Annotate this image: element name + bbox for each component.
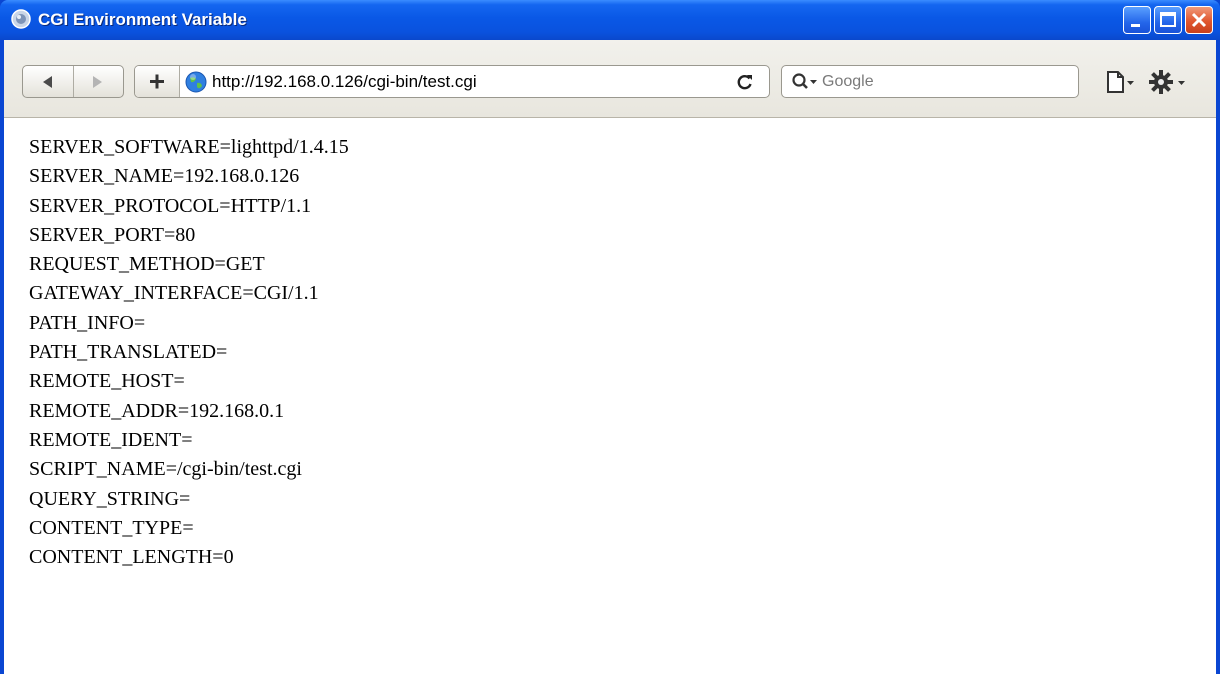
list-item: QUERY_STRING= [29,487,191,510]
window-title: CGI Environment Variable [38,10,247,29]
list-item: REQUEST_METHOD=GET [29,253,265,276]
maximize-icon [1160,12,1176,27]
page-content: SERVER_SOFTWARE=lighttpd/1.4.15 SERVER_N… [4,118,1216,674]
close-icon [1191,12,1207,28]
env-variable-list: SERVER_SOFTWARE=lighttpd/1.4.15 SERVER_N… [29,133,349,572]
address-bar[interactable]: http://192.168.0.126/cgi-bin/test.cgi [134,65,770,98]
search-icon[interactable] [790,71,820,93]
title-bar[interactable]: CGI Environment Variable [0,0,1220,40]
add-bookmark-button[interactable] [135,66,180,97]
list-item: SERVER_NAME=192.168.0.126 [29,165,300,188]
list-item: PATH_INFO= [29,311,146,334]
globe-icon [185,71,207,93]
search-input[interactable] [822,69,1072,94]
list-item: REMOTE_ADDR=192.168.0.1 [29,399,285,422]
search-box[interactable] [781,65,1079,98]
forward-button[interactable] [74,66,124,97]
list-item: SERVER_PROTOCOL=HTTP/1.1 [29,194,312,217]
list-item: CONTENT_TYPE= [29,516,194,539]
list-item: SERVER_SOFTWARE=lighttpd/1.4.15 [29,136,349,158]
gear-icon [1149,70,1185,94]
maximize-button[interactable] [1154,6,1182,34]
back-button[interactable] [23,66,73,97]
close-button[interactable] [1185,6,1213,34]
url-text[interactable]: http://192.168.0.126/cgi-bin/test.cgi [212,72,477,92]
minimize-icon [1131,24,1140,27]
back-forward-group [22,65,124,98]
list-item: GATEWAY_INTERFACE=CGI/1.1 [29,282,319,305]
back-arrow-icon [43,76,52,88]
browser-globe-icon [11,9,31,29]
tools-menu-button[interactable] [1146,67,1190,97]
list-item: SCRIPT_NAME=/cgi-bin/test.cgi [29,458,302,481]
forward-arrow-icon [93,76,102,88]
page-menu-icon [1107,71,1134,93]
plus-icon [150,74,164,89]
minimize-button[interactable] [1123,6,1151,34]
list-item: SERVER_PORT=80 [29,223,196,246]
list-item: REMOTE_HOST= [29,370,185,393]
browser-window: CGI Environment Variable http://192.168.… [0,0,1220,674]
page-menu-button[interactable] [1104,67,1138,97]
list-item: REMOTE_IDENT= [29,428,193,451]
list-item: CONTENT_LENGTH=0 [29,546,234,569]
navigation-toolbar: http://192.168.0.126/cgi-bin/test.cgi [4,40,1216,118]
reload-icon[interactable] [735,72,755,92]
list-item: PATH_TRANSLATED= [29,341,228,364]
